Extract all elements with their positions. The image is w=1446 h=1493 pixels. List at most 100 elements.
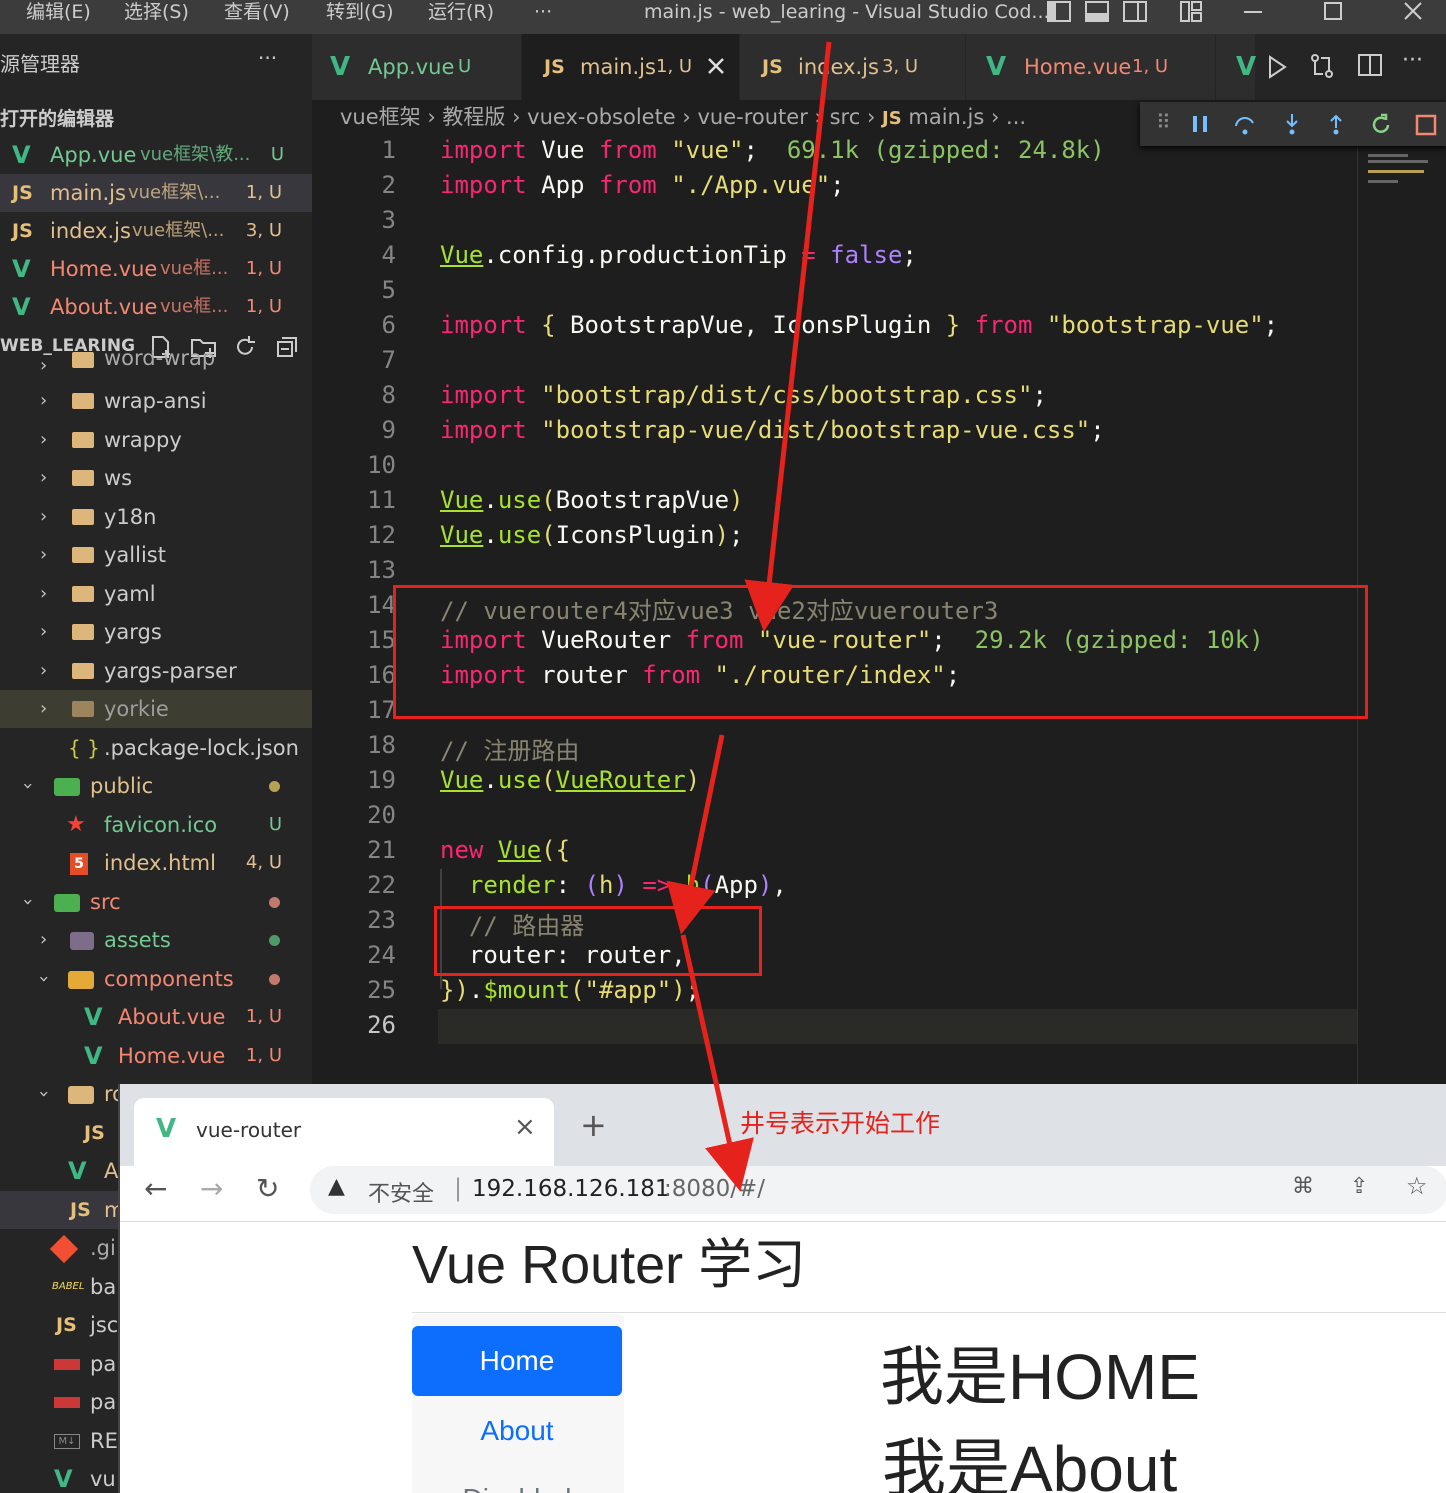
minimize-icon[interactable] — [1240, 0, 1266, 24]
run-icon[interactable] — [1264, 54, 1290, 80]
code-comment: // 注册路由 — [440, 737, 580, 765]
tree-item-folder[interactable]: › wrap-ansi — [0, 382, 312, 420]
explorer-more-button[interactable]: ··· — [258, 46, 277, 70]
minimap[interactable] — [1357, 134, 1446, 1084]
web-page: Vue Router 学习 Home About Disabled 我是HOME… — [120, 1222, 1446, 1493]
tree-item-folder[interactable]: › ws — [0, 459, 312, 497]
breadcrumb-item[interactable]: src — [830, 105, 861, 129]
tree-item-folder[interactable]: › public — [0, 767, 312, 805]
json-file-icon: { } — [68, 736, 100, 760]
open-editor-item[interactable]: V App.vue vue框架\教... U — [0, 136, 312, 174]
tab-main-js[interactable]: JS main.js 1, U — [522, 34, 740, 100]
tree-item-folder[interactable]: › word-wrap — [0, 350, 312, 382]
open-editor-item[interactable]: JS index.js vue框架\... 3, U — [0, 212, 312, 250]
folder-icon — [72, 586, 94, 602]
tab-app-vue[interactable]: V App.vue U — [312, 34, 522, 100]
editor-more-icon[interactable]: ··· — [1402, 48, 1423, 73]
toggle-sidebar-icon[interactable] — [1046, 0, 1072, 24]
toggle-secondary-sidebar-icon[interactable] — [1122, 0, 1148, 24]
close-tab-button[interactable]: × — [514, 1112, 536, 1142]
tree-item-file[interactable]: 5 index.html 4, U — [0, 844, 312, 882]
forward-arrow-icon[interactable]: → — [200, 1172, 223, 1205]
menu-more[interactable]: ··· — [534, 0, 552, 24]
back-arrow-icon[interactable]: ← — [144, 1172, 167, 1205]
tree-item-folder[interactable]: › yargs-parser — [0, 652, 312, 690]
chevron-right-icon: › — [40, 390, 48, 411]
breadcrumb-item[interactable]: ... — [1006, 105, 1026, 129]
close-window-icon[interactable] — [1400, 0, 1426, 24]
tree-item-folder[interactable]: › yaml — [0, 575, 312, 613]
warning-icon[interactable]: ▲ — [328, 1174, 345, 1199]
breadcrumb-item[interactable]: main.js — [908, 105, 984, 129]
menu-view[interactable]: 查看(V) — [224, 0, 290, 24]
pause-icon[interactable] — [1188, 112, 1212, 136]
reload-icon[interactable]: ↻ — [256, 1172, 279, 1205]
close-tab-icon[interactable] — [706, 56, 726, 76]
title-bar: 编辑(E) 选择(S) 查看(V) 转到(G) 运行(R) ··· main.j… — [0, 0, 1446, 34]
drag-handle-icon[interactable]: ⠿ — [1156, 110, 1171, 134]
tree-item-file[interactable]: V Home.vue 1, U — [0, 1037, 312, 1075]
share-icon[interactable]: ⇪ — [1350, 1174, 1368, 1199]
bookmark-star-icon[interactable]: ☆ — [1406, 1172, 1428, 1200]
folder-icon — [72, 393, 94, 409]
address-bar[interactable]: ▲ 不安全 | 192.168.126.181 :8080/#/ ⌘ ⇪ ☆ — [310, 1166, 1446, 1214]
customize-layout-icon[interactable] — [1178, 0, 1204, 24]
menu-go[interactable]: 转到(G) — [326, 0, 394, 24]
menu-edit[interactable]: 编辑(E) — [26, 0, 91, 24]
js-file-icon: JS — [762, 56, 783, 78]
step-over-icon[interactable] — [1232, 112, 1258, 136]
tree-item-folder[interactable]: › assets — [0, 921, 312, 959]
line-number: 26 — [367, 1011, 396, 1039]
folder-icon — [72, 432, 94, 448]
url-divider: | — [454, 1174, 463, 1202]
tree-item-file[interactable]: ★ favicon.ico U — [0, 806, 312, 844]
tab-label: main.js — [580, 55, 656, 79]
menu-run[interactable]: 运行(R) — [428, 0, 494, 24]
tab-overflow[interactable]: V — [1216, 34, 1256, 100]
restart-icon[interactable] — [1368, 112, 1394, 138]
translate-icon[interactable]: ⌘ — [1292, 1174, 1314, 1199]
open-editor-item[interactable]: V About.vue vue框... 1, U — [0, 288, 312, 326]
step-out-icon[interactable] — [1324, 112, 1348, 136]
chevron-right-icon: › — [40, 429, 48, 450]
open-editor-path: vue框... — [160, 296, 229, 317]
tree-item-folder[interactable]: › components — [0, 960, 312, 998]
tree-item-folder[interactable]: › yallist — [0, 536, 312, 574]
line-number: 4 — [381, 241, 396, 269]
browser-tab-title: vue-router — [196, 1118, 302, 1142]
tab-index-js[interactable]: JS index.js 3, U — [740, 34, 966, 100]
open-editor-item[interactable]: JS main.js vue框架\... 1, U — [0, 174, 312, 212]
vue-file-icon: V — [986, 52, 1007, 82]
tree-item-folder[interactable]: › yorkie — [0, 690, 312, 728]
nav-about[interactable]: About — [412, 1396, 622, 1466]
open-editors-label[interactable]: 打开的编辑器 — [0, 104, 114, 131]
compare-changes-icon[interactable] — [1308, 52, 1336, 80]
tree-item-folder[interactable]: › wrappy — [0, 421, 312, 459]
nav-home[interactable]: Home — [412, 1326, 622, 1396]
breadcrumb-item[interactable]: vue框架 — [340, 105, 421, 129]
breadcrumb-item[interactable]: vuex-obsolete — [527, 105, 676, 129]
split-editor-icon[interactable] — [1356, 52, 1384, 80]
tree-item-folder[interactable]: › y18n — [0, 498, 312, 536]
stop-icon[interactable] — [1414, 113, 1438, 137]
line-number: 15 — [367, 626, 396, 654]
babel-icon: BABEL — [52, 1281, 85, 1292]
tree-item-file[interactable]: { } .package-lock.json — [0, 729, 312, 767]
browser-tab[interactable]: V vue-router × — [134, 1098, 554, 1166]
js-file-icon: JS — [12, 182, 33, 204]
tree-item-file[interactable]: V About.vue 1, U — [0, 998, 312, 1036]
toggle-panel-icon[interactable] — [1084, 0, 1110, 24]
step-into-icon[interactable] — [1280, 112, 1304, 136]
open-editor-item[interactable]: V Home.vue vue框... 1, U — [0, 250, 312, 288]
folder-icon — [72, 547, 94, 563]
git-badge: 1, U — [245, 182, 282, 203]
tab-home-vue[interactable]: V Home.vue 1, U — [966, 34, 1216, 100]
tree-item-folder[interactable]: › src — [0, 883, 312, 921]
breadcrumb-item[interactable]: 教程版 — [442, 105, 505, 129]
new-tab-button[interactable]: + — [580, 1106, 607, 1144]
breadcrumb-item[interactable]: vue-router — [697, 105, 807, 129]
menu-selection[interactable]: 选择(S) — [124, 0, 189, 24]
highlight-box-router-import — [393, 585, 1368, 719]
tree-item-folder[interactable]: › yargs — [0, 613, 312, 651]
maximize-icon[interactable] — [1320, 0, 1346, 24]
